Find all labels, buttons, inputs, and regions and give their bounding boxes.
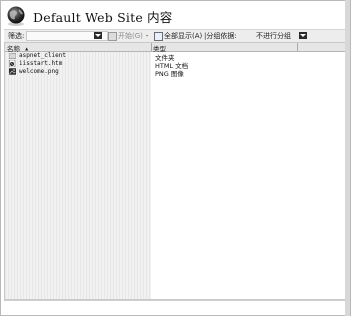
filter-toolbar: 筛选: 开始(G) - 全部显示(A) |分组依据: 不进行分组 bbox=[4, 29, 348, 43]
group-by-label-text: 分组依据: bbox=[206, 32, 237, 40]
list-item[interactable]: aspnet_client 文件夹 bbox=[5, 52, 349, 62]
group-by-label: |分组依据: bbox=[204, 32, 237, 40]
list-item[interactable]: welcome.png PNG 图像 bbox=[5, 68, 349, 78]
folder-icon bbox=[9, 53, 16, 59]
start-label: 开始(G) bbox=[118, 32, 143, 40]
list-item[interactable]: iisstart.htm HTML 文档 bbox=[5, 60, 349, 70]
sort-up-icon: ▲ bbox=[25, 46, 29, 51]
group-by-dropdown-button[interactable] bbox=[299, 32, 307, 39]
column-header-type[interactable]: 类型 bbox=[153, 43, 298, 53]
show-all-label: 全部显示(A) bbox=[164, 32, 203, 40]
show-all-button[interactable]: 全部显示(A) bbox=[154, 31, 202, 41]
filter-label: 筛选: bbox=[8, 32, 25, 40]
image-file-icon bbox=[9, 68, 16, 75]
window-edge bbox=[345, 0, 350, 316]
column-header-filler bbox=[299, 43, 349, 51]
column-header-name[interactable]: 名称 ▲ bbox=[7, 43, 152, 53]
start-icon bbox=[108, 31, 117, 41]
html-file-icon bbox=[9, 60, 16, 67]
status-bar bbox=[4, 300, 348, 313]
column-header-row: 名称 ▲ 类型 bbox=[5, 43, 349, 53]
item-name: aspnet_client bbox=[19, 52, 66, 59]
item-name: welcome.png bbox=[19, 68, 59, 75]
filter-dropdown-button[interactable] bbox=[94, 32, 102, 39]
item-name: iisstart.htm bbox=[19, 60, 63, 67]
start-arrow: - bbox=[145, 32, 149, 40]
name-column-background bbox=[5, 52, 151, 299]
file-list: 名称 ▲ 类型 aspnet_client 文件夹 iisstart.htm H… bbox=[4, 42, 350, 300]
title-row: Default Web Site 内容 bbox=[5, 5, 173, 27]
globe-icon bbox=[7, 6, 25, 26]
page-title: Default Web Site 内容 bbox=[33, 9, 173, 25]
content-view-panel: Default Web Site 内容 筛选: 开始(G) - 全部显示(A) … bbox=[0, 0, 351, 316]
start-button[interactable]: 开始(G) - bbox=[108, 31, 148, 41]
item-type: PNG 图像 bbox=[155, 70, 184, 78]
show-all-icon bbox=[154, 31, 163, 41]
group-by-select[interactable]: 不进行分组 bbox=[256, 31, 291, 41]
